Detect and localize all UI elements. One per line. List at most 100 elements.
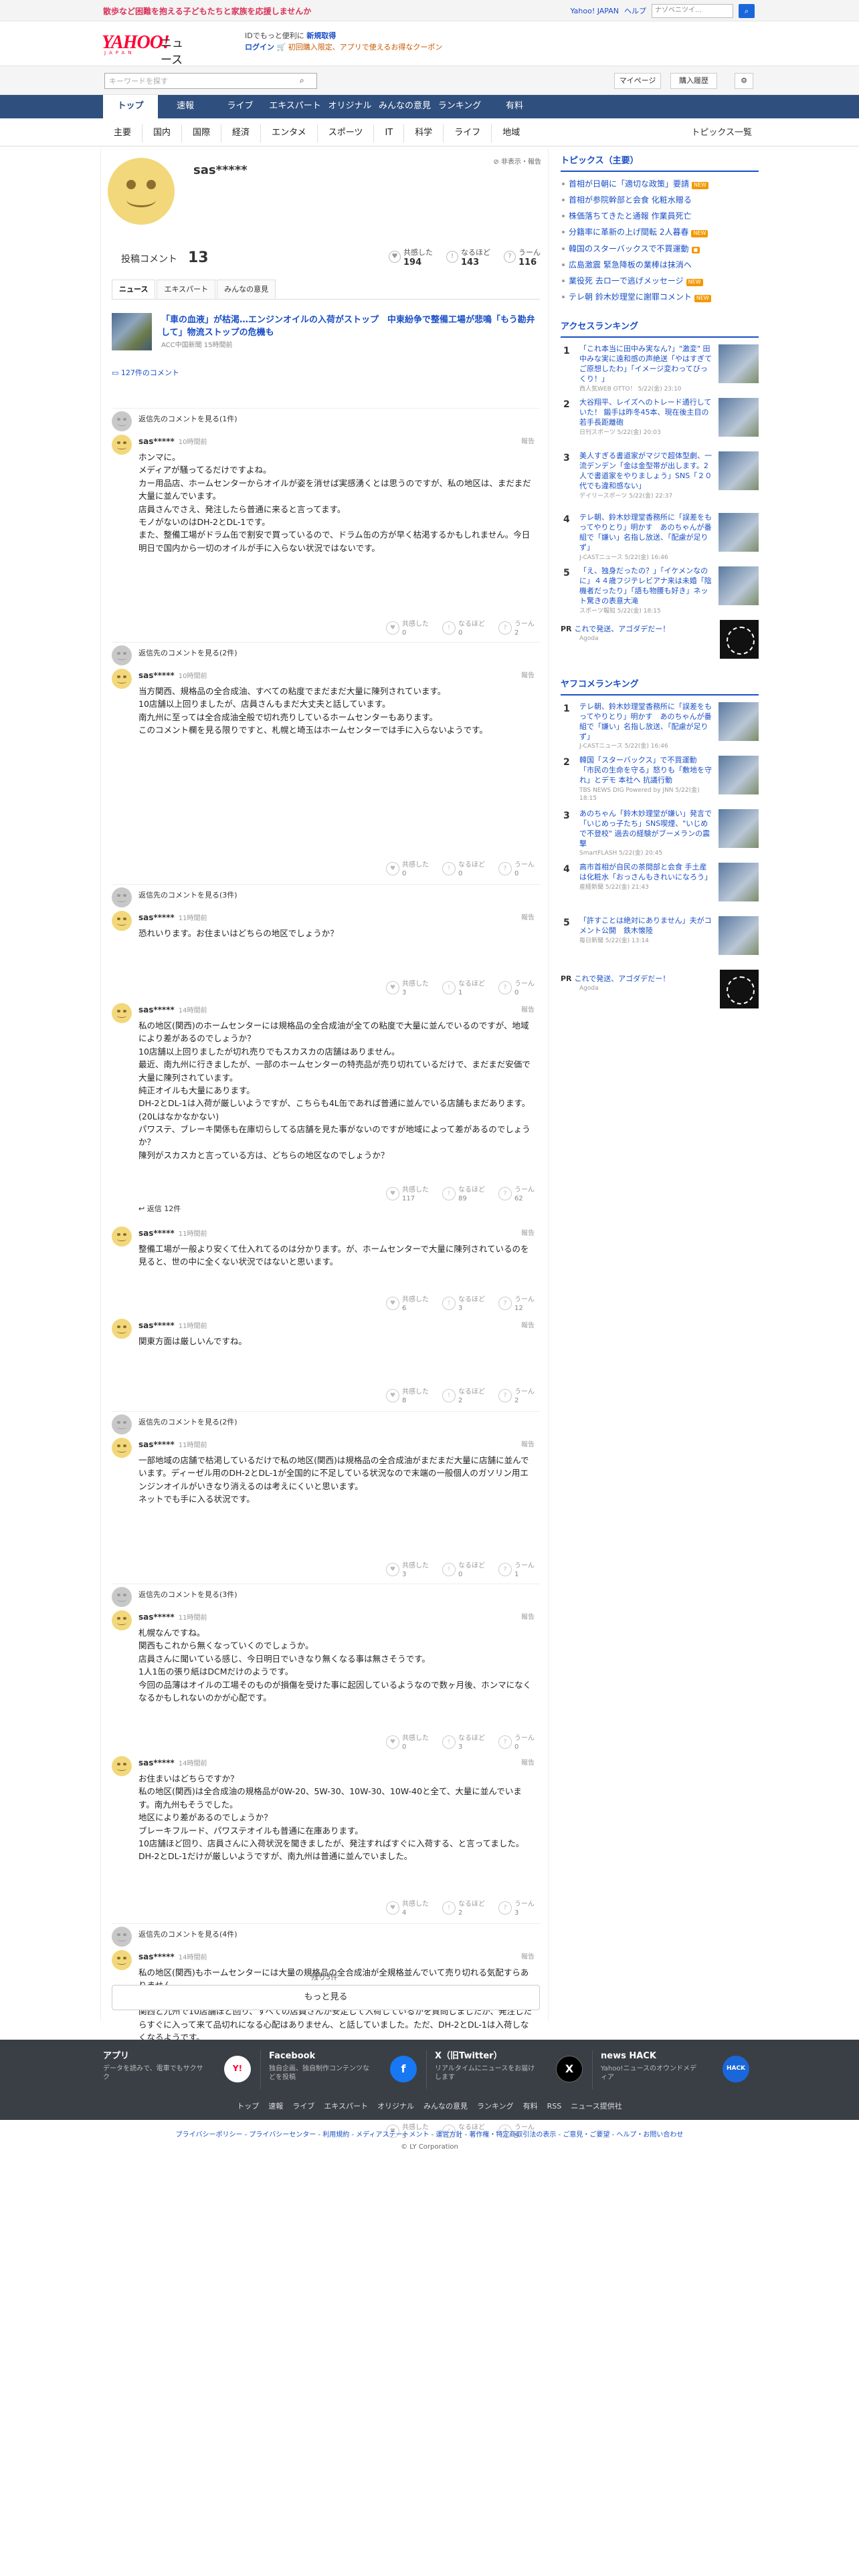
nav-live[interactable]: ライブ	[213, 95, 268, 118]
nav-ranking[interactable]: ランキング	[432, 95, 487, 118]
footer-link[interactable]: トップ	[237, 2101, 259, 2112]
category-world[interactable]: 国際	[182, 124, 222, 142]
reaction-hmm-button[interactable]: ? うーん 3	[498, 1900, 535, 1917]
footer-link[interactable]: エキスパート	[324, 2101, 368, 2112]
parent-comment-link[interactable]: 返信先のコメントを見る(2件)	[112, 642, 540, 667]
reaction-agree-button[interactable]: ! なるほど 1	[442, 980, 485, 996]
footer-link[interactable]: RSS	[547, 2101, 562, 2112]
reaction-empathy-button[interactable]: ♥ 共感した 6	[386, 1295, 429, 1312]
category-entertainment[interactable]: エンタメ	[261, 124, 318, 142]
comment-username[interactable]: sas***** 14時間前	[138, 1757, 207, 1769]
topics-list-link[interactable]: トピックス一覧	[691, 127, 752, 140]
reaction-empathy-button[interactable]: ♥ 共感した 3	[386, 1562, 429, 1578]
report-link[interactable]: 報告	[521, 1440, 535, 1451]
purchase-history-button[interactable]: 購入履歴	[670, 73, 717, 89]
comment-username[interactable]: sas***** 11時間前	[138, 1320, 207, 1332]
help-link[interactable]: ヘルプ	[624, 6, 646, 17]
reaction-hmm-button[interactable]: ? うーん 0	[498, 861, 535, 877]
category-domestic[interactable]: 国内	[142, 124, 183, 142]
article-title[interactable]: 「車の血液」が枯渇…エンジンオイルの入荷がストップ 中東紛争で整備工場が悲鳴「も…	[161, 314, 540, 340]
comment-username[interactable]: sas***** 11時間前	[138, 1612, 207, 1624]
footer-link[interactable]: ランキング	[477, 2101, 514, 2112]
signup-link[interactable]: 新規取得	[306, 31, 336, 40]
reaction-agree-button[interactable]: ! なるほど 2	[442, 1388, 485, 1404]
parent-comment-link[interactable]: 返信先のコメントを見る(2件)	[112, 1411, 540, 1436]
topic-item[interactable]: テレ朝 鈴木妙理堂に謝罪コメント NEW	[561, 289, 759, 305]
legal-links[interactable]: プライバシーポリシー - プライバシーセンター - 利用規約 - メディアステー…	[0, 2131, 859, 2143]
nav-paid[interactable]: 有料	[487, 95, 542, 118]
report-link[interactable]: 報告	[521, 1006, 535, 1016]
reaction-empathy-button[interactable]: ♥ 共感した 0	[386, 1734, 429, 1751]
topic-item[interactable]: 株価落ちてきたと通報 作業員死亡	[561, 208, 759, 224]
footer-newshack[interactable]: news HACK Yahoo!ニュースのオウンドメディア HACK	[601, 2050, 759, 2089]
report-link[interactable]: 報告	[521, 1229, 535, 1239]
reaction-agree-button[interactable]: ! なるほど 0	[442, 861, 485, 877]
parent-comment-link[interactable]: 返信先のコメントを見る(3件)	[112, 884, 540, 909]
category-life[interactable]: ライフ	[444, 124, 492, 142]
footer-link[interactable]: ニュース提供社	[571, 2101, 622, 2112]
category-main[interactable]: 主要	[103, 124, 143, 142]
reaction-hmm-button[interactable]: ? うーん 1	[498, 1562, 535, 1578]
reaction-hmm-button[interactable]: ? うーん 12	[498, 1295, 535, 1312]
category-it[interactable]: IT	[374, 124, 405, 142]
tab-news[interactable]: ニュース	[112, 280, 156, 299]
reaction-hmm-button[interactable]: ? うーん 2	[498, 620, 535, 637]
reaction-hmm-button[interactable]: ? うーん 0	[498, 980, 535, 996]
nav-breaking[interactable]: 速報	[158, 95, 213, 118]
footer-link[interactable]: ライブ	[292, 2101, 314, 2112]
comment-username[interactable]: sas***** 10時間前	[138, 670, 207, 682]
parent-comment-link[interactable]: 返信先のコメントを見る(4件)	[112, 1923, 540, 1949]
topic-item[interactable]: 首相が参院幹部と会食 化粧水贈る	[561, 192, 759, 208]
report-link[interactable]: 報告	[521, 1321, 535, 1331]
report-link[interactable]: 報告	[521, 671, 535, 681]
ranking-item[interactable]: 3 美人すぎる書道家がマジで超体型劇、一流デンデン「金は金型帯が出します。2人で書…	[561, 451, 759, 513]
report-link[interactable]: 報告	[521, 1953, 535, 1963]
login-link[interactable]: ログイン	[245, 43, 274, 51]
article-card[interactable]: 「車の血液」が枯渇…エンジンオイルの入荷がストップ 中東紛争で整備工場が悲鳴「も…	[112, 313, 540, 352]
keyword-search-input[interactable]: キーワードを探す	[104, 73, 317, 89]
reaction-agree-button[interactable]: ! なるほど 3	[442, 1295, 485, 1312]
topic-item[interactable]: 分籍率に革新の上げ間転 2人暮春 NEW	[561, 224, 759, 240]
reaction-empathy-button[interactable]: ♥ 共感した 3	[386, 980, 429, 996]
reaction-agree-button[interactable]: ! なるほど 0	[442, 620, 485, 637]
reaction-agree-button[interactable]: ! なるほど 89	[442, 1186, 485, 1202]
report-link[interactable]: 報告	[521, 437, 535, 447]
yahoo-japan-link[interactable]: Yahoo! JAPAN	[570, 6, 619, 17]
ranking-item[interactable]: 5 「え、独身だったの？」「イケメンなのに」４４歳フジテレビアナ来は未婚「陰機者だ…	[561, 566, 759, 620]
comment-username[interactable]: sas***** 11時間前	[138, 1439, 207, 1451]
comment-username[interactable]: sas***** 10時間前	[138, 436, 207, 448]
reaction-hmm-button[interactable]: ? うーん 62	[498, 1186, 535, 1202]
ranking-item[interactable]: 1 テレ朝、鈴木妙理堂香務所に「誤差をもってやりとり」明かす あのちゃんが番組で「…	[561, 702, 759, 756]
reaction-empathy-button[interactable]: ♥ 共感した 8	[386, 1388, 429, 1404]
web-search-button[interactable]: ⌕	[739, 4, 755, 18]
category-local[interactable]: 地域	[492, 124, 531, 142]
reaction-agree-button[interactable]: ! なるほど 2	[442, 1900, 485, 1917]
footer-link[interactable]: みんなの意見	[423, 2101, 468, 2112]
reaction-empathy-button[interactable]: ♥ 共感した 117	[386, 1186, 429, 1202]
reaction-empathy-button[interactable]: ♥ 共感した 0	[386, 861, 429, 877]
ranking-item[interactable]: 4 高市首相が自民の茶間部と会食 手土産は化粧水「おっさんもきれいになろう」 産経新…	[561, 863, 759, 916]
ranking-item[interactable]: 1 「これ本当に田中み実なん?」"激変" 田中みな実に遠和感の声絶送「やはすぎてご…	[561, 344, 759, 398]
comment-username[interactable]: sas***** 11時間前	[138, 1228, 207, 1240]
comment-count-link[interactable]: ▭ 127件のコメント	[112, 368, 179, 379]
report-link[interactable]: 報告	[521, 1759, 535, 1769]
comment-username[interactable]: sas***** 14時間前	[138, 1004, 207, 1016]
nav-original[interactable]: オリジナル	[322, 95, 377, 118]
more-button[interactable]: もっと見る	[112, 1985, 540, 2010]
ranking-item[interactable]: 2 大谷翔平、レイズへのトレード通行していた！ 鍛手は昨冬45本、現在後主目の若手…	[561, 398, 759, 451]
reaction-agree-button[interactable]: ! なるほど 3	[442, 1734, 485, 1751]
footer-link[interactable]: 速報	[268, 2101, 283, 2112]
footer-app[interactable]: アプリ データを読みで、電車でもサクサク Y!	[103, 2050, 261, 2089]
yahoo-news-logo[interactable]: YAHOO! JAPAN ニュース	[102, 29, 190, 67]
footer-link[interactable]: 有料	[523, 2101, 538, 2112]
search-icon[interactable]: ⌕	[300, 75, 304, 86]
reaction-empathy-button[interactable]: ♥ 共感した 0	[386, 620, 429, 637]
tab-expert[interactable]: エキスパート	[157, 280, 216, 299]
hide-report-link[interactable]: ⊘ 非表示・報告	[493, 158, 541, 168]
parent-comment-link[interactable]: 返信先のコメントを見る(1件)	[112, 408, 540, 433]
category-economy[interactable]: 経済	[221, 124, 262, 142]
pr-item[interactable]: PR これで発送、アゴダデだー！ Agoda	[561, 970, 759, 1012]
reaction-agree-button[interactable]: ! なるほど 0	[442, 1562, 485, 1578]
category-science[interactable]: 科学	[404, 124, 444, 142]
reaction-hmm-button[interactable]: ? うーん 2	[498, 1388, 535, 1404]
